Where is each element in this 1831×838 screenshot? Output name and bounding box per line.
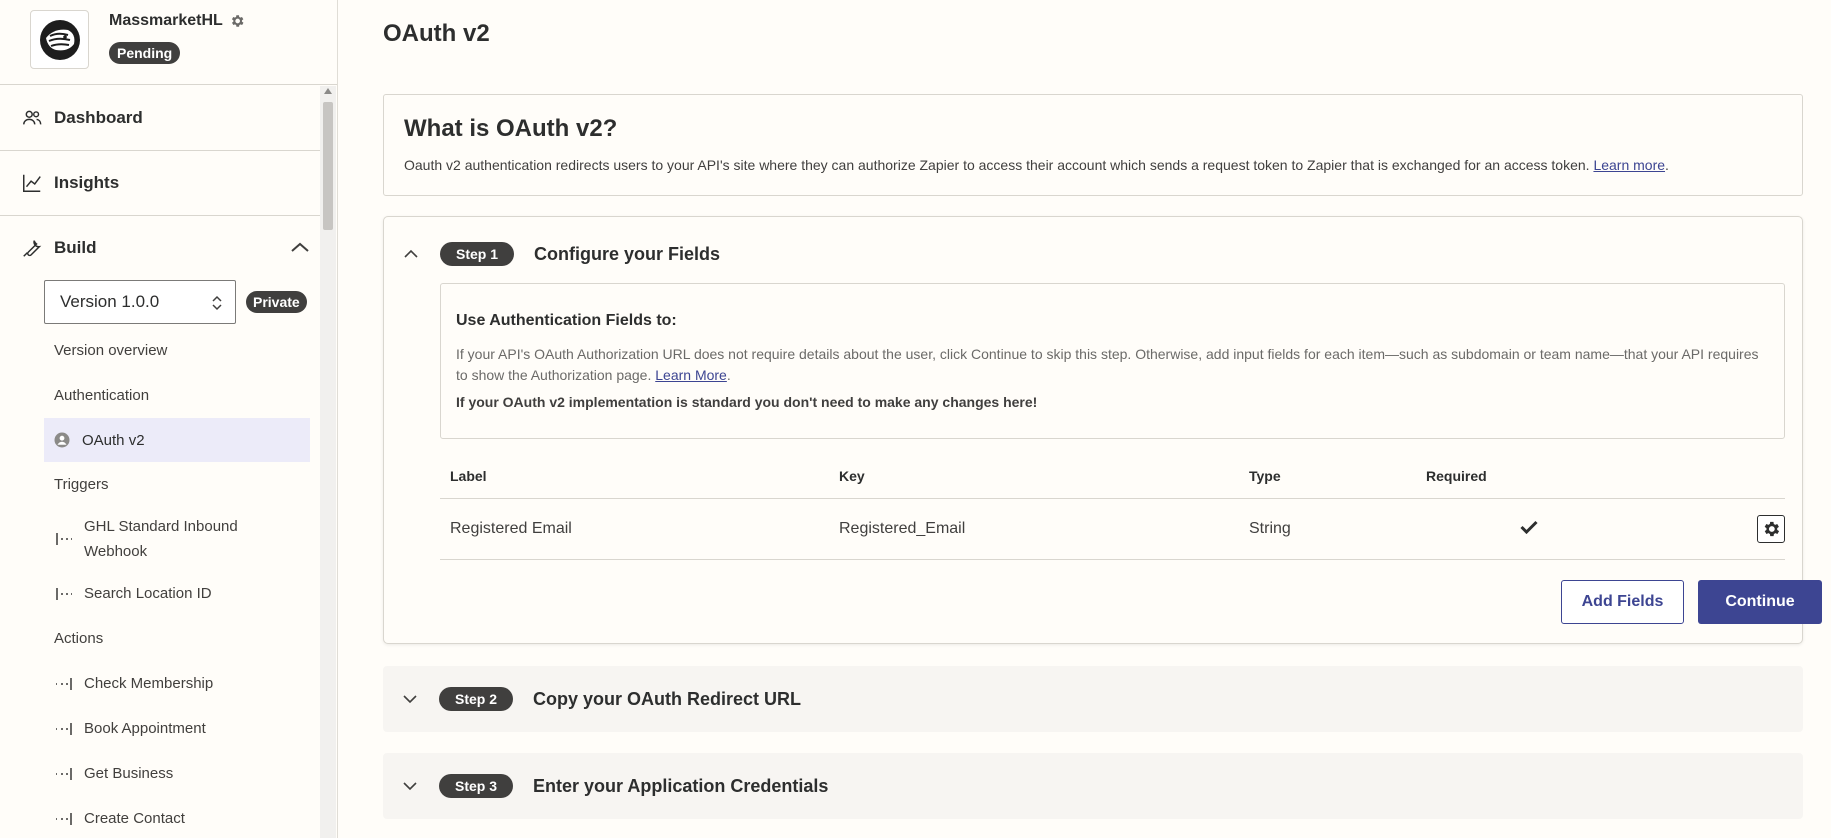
what-description-text: Oauth v2 authentication redirects users … <box>404 157 1590 173</box>
learn-more-link[interactable]: Learn more <box>1593 157 1665 173</box>
checkmark-icon <box>1520 520 1538 534</box>
sidebar-item-label: Actions <box>54 630 104 647</box>
sidebar-item-label: Version overview <box>54 342 168 359</box>
action-icon <box>56 767 72 780</box>
app-header: MassmarketHL Pending <box>0 0 337 85</box>
chevron-up-icon[interactable] <box>404 247 418 261</box>
nav-dashboard[interactable]: Dashboard <box>0 86 320 151</box>
sidebar-item-version-overview[interactable]: Version overview <box>0 328 320 373</box>
version-select-value: Version 1.0.0 <box>60 292 160 311</box>
continue-button[interactable]: Continue <box>1698 580 1822 624</box>
what-description: Oauth v2 authentication redirects users … <box>404 157 1782 173</box>
table-row: Registered Email Registered_Email String <box>440 499 1785 560</box>
app-logo[interactable] <box>30 10 89 69</box>
line-chart-icon <box>23 174 41 192</box>
user-circle-icon <box>54 432 70 448</box>
trigger-icon <box>56 533 72 545</box>
step-badge: Step 3 <box>439 774 514 798</box>
add-fields-button[interactable]: Add Fields <box>1561 580 1684 624</box>
cell-key: Registered_Email <box>839 520 966 537</box>
step-title: Enter your Application Credentials <box>533 775 829 796</box>
sidebar-item-label: Search Location ID <box>84 585 212 602</box>
what-trailing: . <box>1665 157 1669 173</box>
sidebar-item-trigger[interactable]: GHL Standard Inbound Webhook <box>0 507 320 571</box>
chevron-down-icon[interactable] <box>403 692 417 706</box>
sidebar-section-triggers[interactable]: Triggers <box>0 462 320 507</box>
learn-more-link[interactable]: Learn More <box>655 367 727 383</box>
sidebar-item-action[interactable]: Get Business <box>0 751 320 796</box>
cell-required <box>1426 520 1626 539</box>
chevron-down-icon[interactable] <box>403 779 417 793</box>
visibility-badge: Private <box>246 291 307 313</box>
step1-card: Step 1 Configure your Fields Use Authent… <box>383 216 1822 644</box>
gear-icon <box>1764 521 1780 537</box>
chevron-up-icon[interactable] <box>290 240 310 254</box>
people-icon <box>23 110 42 125</box>
auth-box-heading: Use Authentication Fields to: <box>456 312 677 329</box>
field-settings-button[interactable] <box>1757 515 1785 543</box>
status-badge: Pending <box>109 42 181 64</box>
scrollbar-thumb[interactable] <box>323 102 333 230</box>
what-heading: What is OAuth v2? <box>404 115 618 142</box>
action-icon <box>56 677 72 690</box>
scroll-up-arrow-icon[interactable] <box>324 88 332 94</box>
step-title: Copy your OAuth Redirect URL <box>533 688 802 709</box>
sidebar: MassmarketHL Pending Dashboard Insights … <box>0 0 338 838</box>
sidebar-item-oauth[interactable]: OAuth v2 <box>44 418 310 462</box>
sidebar-item-label: Get Business <box>84 765 174 782</box>
nav-build-label: Build <box>54 238 97 257</box>
sidebar-nav: Dashboard Insights Build Version 1.0.0 P… <box>0 86 320 838</box>
auth-box-trailing: . <box>726 367 731 383</box>
step-badge: Step 2 <box>439 687 514 711</box>
wrench-icon <box>23 240 42 257</box>
what-is-oauth-card: What is OAuth v2? Oauth v2 authenticatio… <box>383 94 1803 196</box>
sidebar-section-actions[interactable]: Actions <box>0 616 320 661</box>
column-header-key: Key <box>839 467 865 484</box>
tiger-logo-icon <box>39 19 80 60</box>
sidebar-item-trigger[interactable]: Search Location ID <box>0 571 320 616</box>
app-name: MassmarketHL <box>109 12 223 29</box>
column-header-required: Required <box>1426 467 1487 484</box>
sidebar-section-authentication[interactable]: Authentication <box>0 373 320 418</box>
sidebar-item-label: Triggers <box>54 476 109 493</box>
action-icon <box>56 812 72 825</box>
trigger-icon <box>56 587 72 600</box>
column-header-type: Type <box>1249 467 1281 484</box>
auth-box-note: If your OAuth v2 implementation is stand… <box>456 394 1038 410</box>
sidebar-item-action[interactable]: Create Contact <box>0 796 320 838</box>
sidebar-item-action[interactable]: Book Appointment <box>0 706 320 751</box>
auth-fields-info-box: Use Authentication Fields to: If your AP… <box>440 283 1785 439</box>
auth-box-description-text: If your API's OAuth Authorization URL do… <box>456 346 1759 383</box>
updown-chevron-icon <box>212 295 222 311</box>
step-title: Configure your Fields <box>534 243 721 264</box>
main-content: OAuth v2 What is OAuth v2? Oauth v2 auth… <box>338 0 1831 838</box>
nav-insights[interactable]: Insights <box>0 151 320 216</box>
sidebar-scrollbar[interactable] <box>320 86 336 838</box>
sidebar-item-label: Authentication <box>54 387 150 404</box>
table-header-row: Label Key Type Required <box>440 453 1785 499</box>
fields-table: Label Key Type Required Registered Email… <box>440 453 1785 560</box>
nav-build[interactable]: Build <box>0 216 320 280</box>
step-badge: Step 1 <box>440 242 515 266</box>
column-header-label: Label <box>450 467 487 484</box>
sidebar-item-label: Create Contact <box>84 810 185 827</box>
step3-card[interactable]: Step 3 Enter your Application Credential… <box>383 753 1803 819</box>
sidebar-item-label: GHL Standard Inbound Webhook <box>84 518 238 560</box>
auth-box-description: If your API's OAuth Authorization URL do… <box>456 344 1769 386</box>
nav-dashboard-label: Dashboard <box>54 108 143 127</box>
sidebar-item-label: Check Membership <box>84 675 214 692</box>
app-settings-gear-icon[interactable] <box>229 13 245 29</box>
cell-label: Registered Email <box>450 520 572 537</box>
page-title: OAuth v2 <box>383 20 490 47</box>
cell-type: String <box>1249 520 1291 537</box>
step2-card[interactable]: Step 2 Copy your OAuth Redirect URL <box>383 666 1803 732</box>
nav-insights-label: Insights <box>54 173 120 192</box>
version-select[interactable]: Version 1.0.0 <box>44 280 236 324</box>
sidebar-item-label: Book Appointment <box>84 720 206 737</box>
action-icon <box>56 722 72 735</box>
sidebar-item-action[interactable]: Check Membership <box>0 661 320 706</box>
sidebar-item-label: OAuth v2 <box>82 431 145 449</box>
